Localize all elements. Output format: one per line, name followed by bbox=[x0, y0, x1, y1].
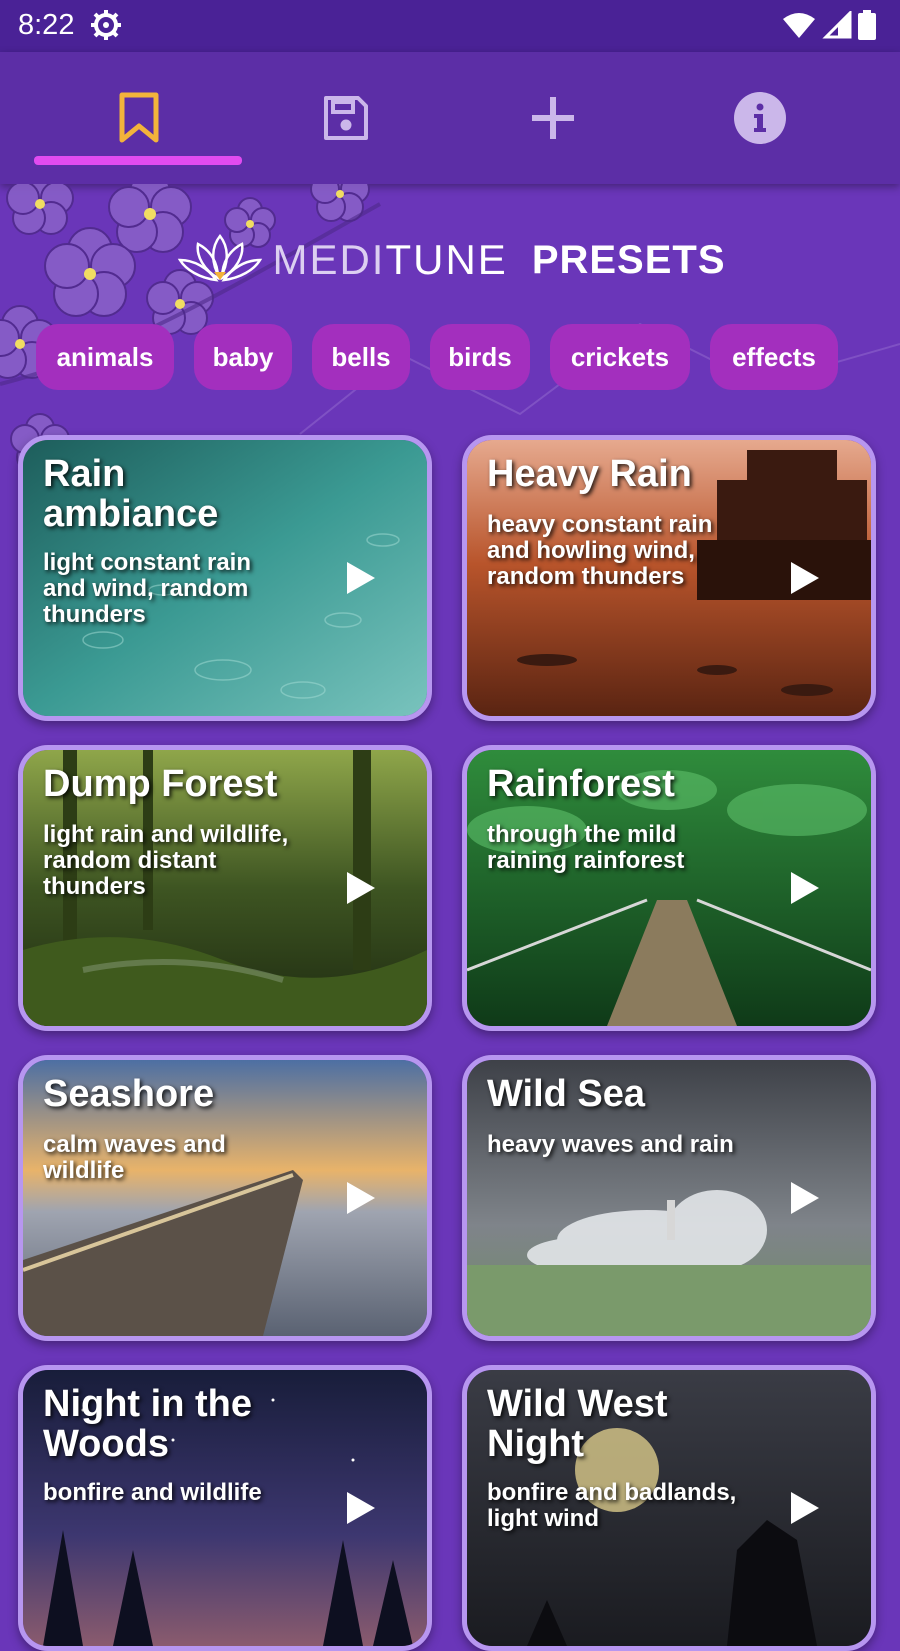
play-icon[interactable] bbox=[789, 1490, 821, 1526]
preset-title: Heavy Rain bbox=[487, 453, 692, 495]
tab-bar bbox=[0, 52, 900, 184]
active-tab-indicator bbox=[34, 156, 242, 165]
preset-description: heavy constant rain and howling wind, ra… bbox=[487, 511, 713, 590]
lotus-logo-icon bbox=[178, 233, 263, 282]
preset-title: Rain ambiance bbox=[43, 453, 219, 535]
tab-add[interactable] bbox=[450, 52, 656, 184]
play-icon[interactable] bbox=[789, 560, 821, 596]
preset-description: through the mild raining rainforest bbox=[487, 821, 685, 874]
preset-card-wild-sea[interactable]: Wild Sea heavy waves and rain bbox=[462, 1055, 876, 1341]
status-icons bbox=[782, 10, 876, 40]
tab-info[interactable] bbox=[657, 52, 863, 184]
status-bar: 8:22 bbox=[0, 0, 900, 52]
settings-gear-icon bbox=[91, 10, 121, 40]
preset-description: heavy waves and rain bbox=[487, 1131, 734, 1158]
preset-title: Night in the Woods bbox=[43, 1383, 252, 1465]
app-logo-text: MEDITUNE bbox=[272, 236, 508, 283]
preset-description: bonfire and wildlife bbox=[43, 1479, 262, 1506]
play-icon[interactable] bbox=[789, 1180, 821, 1216]
preset-title: Wild West Night bbox=[487, 1383, 668, 1465]
chip-bells[interactable]: bells bbox=[312, 324, 410, 390]
preset-title: Wild Sea bbox=[487, 1073, 646, 1115]
chip-birds[interactable]: birds bbox=[430, 324, 530, 390]
chip-animals[interactable]: animals bbox=[36, 324, 174, 390]
preset-card-wild-west-night[interactable]: Wild West Night bonfire and badlands, li… bbox=[462, 1365, 876, 1651]
preset-description: light constant rain and wind, random thu… bbox=[43, 549, 252, 628]
play-icon[interactable] bbox=[345, 870, 377, 906]
preset-card-seashore[interactable]: Seashore calm waves and wildlife bbox=[18, 1055, 432, 1341]
preset-description: bonfire and badlands, light wind bbox=[487, 1479, 737, 1532]
play-icon[interactable] bbox=[345, 560, 377, 596]
preset-card-night-in-the-woods[interactable]: Night in the Woods bonfire and wildlife bbox=[18, 1365, 432, 1651]
battery-icon bbox=[858, 10, 876, 40]
preset-card-rain-ambiance[interactable]: Rain ambiance light constant rain and wi… bbox=[18, 435, 432, 721]
tab-saved[interactable] bbox=[243, 52, 449, 184]
save-icon bbox=[324, 96, 368, 140]
info-icon bbox=[734, 92, 786, 144]
chip-baby[interactable]: baby bbox=[194, 324, 292, 390]
cellular-signal-icon bbox=[822, 11, 852, 39]
play-icon[interactable] bbox=[789, 870, 821, 906]
preset-title: Rainforest bbox=[487, 763, 675, 805]
play-icon[interactable] bbox=[345, 1490, 377, 1526]
chip-crickets[interactable]: crickets bbox=[550, 324, 690, 390]
preset-description: light rain and wildlife, random distant … bbox=[43, 821, 289, 900]
preset-title: Dump Forest bbox=[43, 763, 278, 805]
preset-title: Seashore bbox=[43, 1073, 215, 1115]
plus-icon bbox=[532, 97, 574, 139]
preset-description: calm waves and wildlife bbox=[43, 1131, 226, 1184]
preset-card-dump-forest[interactable]: Dump Forest light rain and wildlife, ran… bbox=[18, 745, 432, 1031]
app-header: MEDITUNE PRESETS bbox=[0, 225, 900, 295]
chip-effects[interactable]: effects bbox=[710, 324, 838, 390]
wifi-icon bbox=[783, 13, 815, 38]
preset-card-rainforest[interactable]: Rainforest through the mild raining rain… bbox=[462, 745, 876, 1031]
status-time: 8:22 bbox=[18, 9, 75, 41]
preset-card-heavy-rain[interactable]: Heavy Rain heavy constant rain and howli… bbox=[462, 435, 876, 721]
category-chips: animals baby bells birds crickets effect… bbox=[36, 324, 838, 390]
bookmark-icon bbox=[119, 92, 159, 143]
play-icon[interactable] bbox=[345, 1180, 377, 1216]
page-title: PRESETS bbox=[531, 237, 726, 282]
